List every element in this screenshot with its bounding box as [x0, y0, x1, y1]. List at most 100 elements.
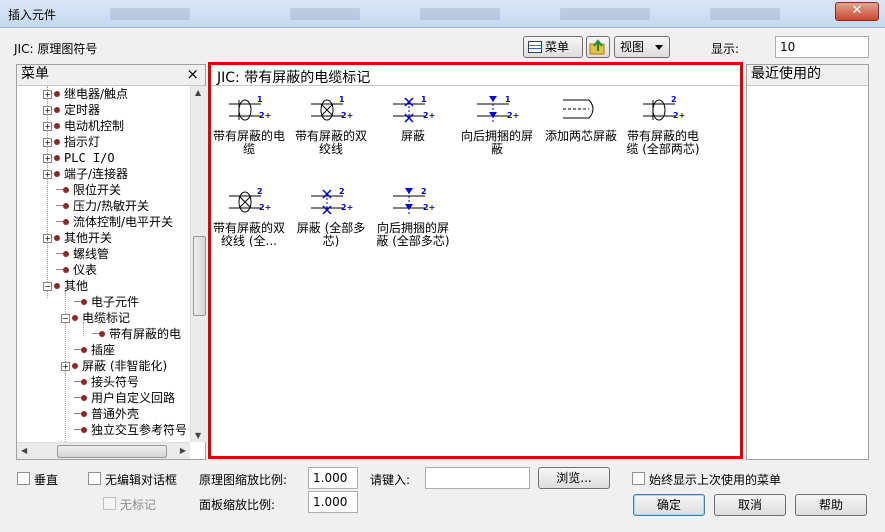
scroll-up-arrow-icon[interactable]: ▲	[195, 88, 201, 97]
folder-node-icon	[63, 251, 69, 257]
svg-text:2+: 2+	[423, 203, 435, 212]
schematic-scale-input[interactable]: 1.000	[308, 467, 358, 489]
type-input[interactable]	[425, 467, 530, 489]
tree-item-other-switches[interactable]: + 其他开关	[43, 230, 112, 246]
no-mark-checkbox[interactable]	[103, 497, 116, 510]
tree-item-relays[interactable]: + 继电器/触点	[43, 86, 128, 102]
svg-text:2: 2	[671, 95, 677, 104]
menu-tree-horizontal-scrollbar[interactable]: ◀ ▶	[17, 442, 190, 459]
shielded-twisted-pair-all-icon: 2 2+	[229, 187, 271, 213]
svg-text:2: 2	[421, 187, 427, 196]
background-window-ghost	[290, 8, 360, 20]
tree-item-motor-control[interactable]: + 电动机控制	[43, 118, 124, 134]
scrollbar-thumb[interactable]	[193, 236, 206, 316]
menu-tree: + 继电器/触点 + 定时器 + 电动机控制 + 指示灯 + PLC I/O + 端子/连接…	[17, 86, 189, 442]
tree-item-limit-switches[interactable]: 限位开关	[56, 182, 121, 198]
tree-item-plc-io[interactable]: + PLC I/O	[43, 150, 115, 166]
shield-icon: 1 2+	[393, 95, 435, 123]
background-window-ghost	[420, 8, 500, 20]
gallery-divider	[211, 85, 740, 86]
navigate-up-button[interactable]	[586, 36, 610, 58]
panel-scale-label: 面板缩放比例:	[199, 498, 276, 512]
panel-scale-input[interactable]: 1.000	[308, 491, 358, 513]
background-window-ghost	[110, 8, 190, 20]
vertical-checkbox[interactable]	[17, 472, 30, 485]
no-mark-label: 无标记	[120, 498, 157, 512]
symbol-shield[interactable]: 1 2+ 屏蔽	[373, 92, 453, 143]
folder-node-icon	[54, 235, 60, 241]
window-title: 插入元件	[8, 8, 57, 22]
tree-item-user-defined-circuits[interactable]: 用户自定义回路	[74, 390, 175, 406]
folder-node-icon	[81, 299, 87, 305]
symbol-shielded-twisted-pair[interactable]: 1 2+ 带有屏蔽的双 绞线	[291, 92, 371, 156]
no-edit-dialog-checkbox[interactable]	[88, 472, 101, 485]
tree-item-solenoids[interactable]: 螺线管	[56, 246, 109, 262]
background-window-ghost	[710, 8, 780, 20]
add-two-conductor-shield-icon	[563, 99, 594, 119]
scroll-down-arrow-icon[interactable]: ▼	[195, 431, 201, 440]
folder-node-icon	[72, 363, 78, 369]
svg-text:1: 1	[339, 95, 345, 104]
browse-button[interactable]: 浏览...	[538, 467, 610, 489]
folder-node-icon	[54, 139, 60, 145]
tree-item-shields-non-smart[interactable]: + 屏蔽 (非智能化)	[61, 358, 167, 374]
svg-text:2+: 2+	[259, 111, 271, 120]
recent-panel: 最近使用的	[746, 64, 869, 460]
display-count-input[interactable]: 10	[775, 36, 869, 58]
schematic-scale-label: 原理图缩放比例:	[199, 473, 288, 487]
help-button[interactable]: 帮助	[795, 494, 867, 516]
menu-toggle-button[interactable]: 菜单	[523, 36, 583, 58]
symbol-shielded-twisted-pair-all[interactable]: 2 2+ 带有屏蔽的双 绞线 (全...	[209, 184, 289, 248]
shielded-cable-all-two-icon: 2 2+	[643, 95, 685, 121]
tree-item-cross-reference[interactable]: 独立交互参考符号	[74, 422, 187, 438]
folder-node-icon	[63, 187, 69, 193]
tree-item-enclosures[interactable]: 普通外壳	[74, 406, 139, 422]
tree-item-pilot-lights[interactable]: + 指示灯	[43, 134, 100, 150]
tree-item-miscellaneous[interactable]: − 其他	[43, 278, 88, 294]
tree-item-meters[interactable]: 仪表	[56, 262, 97, 278]
folder-node-icon	[99, 331, 105, 337]
folder-node-icon	[63, 219, 69, 225]
always-show-last-menu-label: 始终显示上次使用的菜单	[649, 473, 782, 487]
symbol-shield-all-multi[interactable]: 2 2+ 屏蔽 (全部多 芯)	[291, 184, 371, 248]
menu-panel-header: 菜单 ×	[17, 65, 205, 86]
shielded-cable-icon: 1 2+	[229, 95, 271, 121]
tree-item-splice-symbols[interactable]: 接头符号	[74, 374, 139, 390]
menu-tree-vertical-scrollbar[interactable]: ▲ ▼	[190, 86, 207, 442]
tree-item-receptacles[interactable]: 插座	[74, 342, 115, 358]
tree-item-electronics[interactable]: 电子元件	[74, 294, 139, 310]
tree-item-shielded-cable[interactable]: 带有屏蔽的电	[92, 326, 182, 342]
svg-text:2: 2	[257, 187, 263, 196]
scroll-right-arrow-icon[interactable]: ▶	[180, 446, 186, 455]
tree-item-terminals[interactable]: + 端子/连接器	[43, 166, 128, 182]
symbol-shield-tied-back[interactable]: 1 2+ 向后拥捆的屏蔽	[457, 92, 537, 156]
shield-tied-back-icon: 1 2+	[477, 95, 519, 122]
vertical-label: 垂直	[34, 473, 59, 487]
close-icon[interactable]: ×	[186, 65, 199, 84]
folder-node-icon	[54, 123, 60, 129]
scroll-left-arrow-icon[interactable]: ◀	[21, 446, 27, 455]
tree-item-flow-switches[interactable]: 流体控制/电平开关	[56, 214, 173, 230]
tree-item-cable-markers[interactable]: − 电缆标记	[61, 310, 130, 326]
symbol-shield-tied-back-all-multi[interactable]: 2 2+ 向后拥捆的屏蔽 (全部多芯)	[373, 184, 453, 248]
menu-list-icon	[528, 41, 542, 53]
tree-item-timers[interactable]: + 定时器	[43, 102, 100, 118]
svg-text:2+: 2+	[341, 203, 353, 212]
symbol-shielded-cable[interactable]: 1 2+ 带有屏蔽的电缆	[209, 92, 289, 156]
title-bar: 插入元件 ✕	[0, 0, 885, 28]
symbol-shielded-cable-all-two[interactable]: 2 2+ 带有屏蔽的电缆 (全部两芯)	[623, 92, 703, 156]
always-show-last-menu-checkbox[interactable]	[632, 472, 645, 485]
window-close-button[interactable]: ✕	[835, 2, 879, 21]
svg-text:2+: 2+	[259, 203, 271, 212]
svg-text:2+: 2+	[673, 111, 685, 120]
ok-button[interactable]: 确定	[633, 494, 705, 516]
chevron-down-icon	[655, 45, 663, 50]
view-dropdown[interactable]: 视图	[614, 36, 670, 58]
svg-text:2+: 2+	[341, 111, 353, 120]
folder-node-icon	[54, 91, 60, 97]
symbol-add-two-conductor-shield[interactable]: 添加两芯屏蔽	[541, 92, 621, 143]
tree-item-pressure-switches[interactable]: 压力/热敏开关	[56, 198, 149, 214]
display-label: 显示:	[711, 42, 740, 56]
cancel-button[interactable]: 取消	[714, 494, 786, 516]
scrollbar-thumb[interactable]	[57, 445, 167, 458]
